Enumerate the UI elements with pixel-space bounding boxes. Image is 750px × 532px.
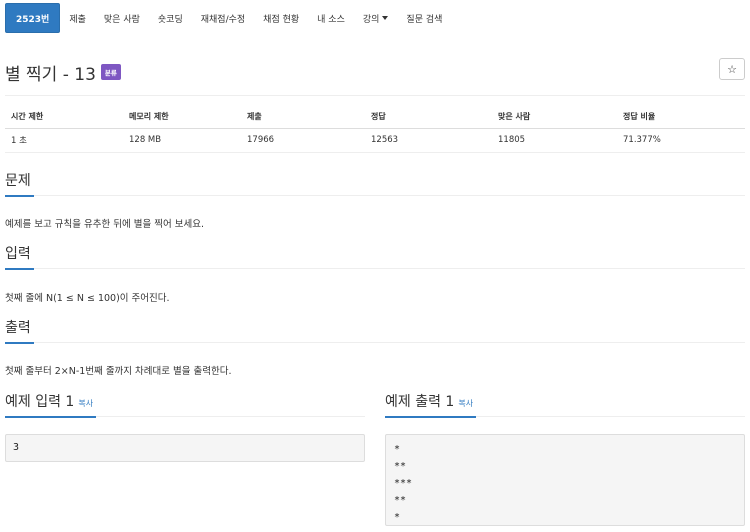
header-submissions: 제출: [241, 106, 365, 129]
sample-output-box[interactable]: * ** *** ** *: [385, 434, 745, 526]
sample-input-title-wrap: 예제 입력 1 복사: [5, 392, 97, 418]
problem-description: 예제를 보고 규칙을 유추한 뒤에 별을 찍어 보세요.: [5, 219, 204, 230]
nav-tab-lectures[interactable]: 강의: [354, 2, 398, 34]
value-accept-ratio: 71.377%: [617, 128, 745, 153]
caret-down-icon: [382, 16, 389, 20]
value-time-limit: 1 초: [5, 128, 123, 153]
favorite-button[interactable]: ☆: [719, 58, 745, 80]
value-submissions: 17966: [241, 128, 365, 153]
sample-output-title: 예제 출력 1: [385, 394, 455, 410]
nav-tab-short-coding[interactable]: 숏코딩: [149, 2, 192, 34]
sample-output-copy-link[interactable]: 복사: [458, 399, 473, 408]
value-memory-limit: 128 MB: [123, 128, 241, 153]
input-section-header: 입력: [5, 243, 745, 270]
header-memory-limit: 메모리 제한: [123, 106, 241, 129]
nav-tab-status[interactable]: 채점 현황: [254, 2, 308, 34]
nav-tab-accepted-users[interactable]: 맞은 사람: [95, 2, 149, 34]
sample-input-box[interactable]: 3: [5, 434, 365, 462]
table-header-row: 시간 제한 메모리 제한 제출 정답 맞은 사람 정답 비율: [5, 106, 745, 129]
value-accepted: 12563: [365, 128, 492, 153]
sample-output-title-wrap: 예제 출력 1 복사: [385, 392, 477, 418]
header-accepted: 정답: [365, 106, 492, 129]
problem-nav: 2523번 제출 맞은 사람 숏코딩 재채점/수정 채점 현황 내 소스 강의 …: [0, 0, 750, 36]
value-accepted-users: 11805: [492, 128, 617, 153]
nav-tab-problem[interactable]: 2523번: [5, 3, 61, 33]
star-icon: ☆: [727, 62, 737, 76]
header-time-limit: 시간 제한: [5, 106, 123, 129]
sample-input-header: 예제 입력 1 복사: [5, 391, 365, 418]
nav-tab-lectures-label: 강의: [362, 14, 380, 25]
input-section-title: 입력: [5, 244, 34, 270]
output-section-header: 출력: [5, 317, 745, 344]
problem-section-header: 문제: [5, 170, 745, 197]
output-description: 첫째 줄부터 2×N-1번째 줄까지 차례대로 별을 출력한다.: [5, 366, 232, 377]
output-section-title: 출력: [5, 318, 34, 344]
nav-tab-rejudge[interactable]: 재채점/수정: [192, 2, 254, 34]
category-tag-button[interactable]: 분류: [100, 64, 121, 80]
sample-output-header: 예제 출력 1 복사: [385, 391, 745, 418]
nav-tab-submit[interactable]: 제출: [60, 2, 95, 34]
problem-title-row: 별 찍기 - 13 분류 ☆: [5, 58, 745, 86]
nav-tab-question-search[interactable]: 질문 검색: [397, 2, 451, 34]
problem-section-title: 문제: [5, 171, 34, 197]
page-title: 별 찍기 - 13: [5, 64, 96, 85]
problem-info-table: 시간 제한 메모리 제한 제출 정답 맞은 사람 정답 비율 1 초 128 M…: [5, 106, 745, 153]
sample-input-copy-link[interactable]: 복사: [78, 399, 93, 408]
nav-tab-my-source[interactable]: 내 소스: [308, 2, 354, 34]
header-accept-ratio: 정답 비율: [617, 106, 745, 129]
table-row: 1 초 128 MB 17966 12563 11805 71.377%: [5, 128, 745, 153]
sample-input-title: 예제 입력 1: [5, 394, 75, 410]
title-divider: [5, 95, 745, 96]
input-description: 첫째 줄에 N(1 ≤ N ≤ 100)이 주어진다.: [5, 293, 170, 304]
header-accepted-users: 맞은 사람: [492, 106, 617, 129]
